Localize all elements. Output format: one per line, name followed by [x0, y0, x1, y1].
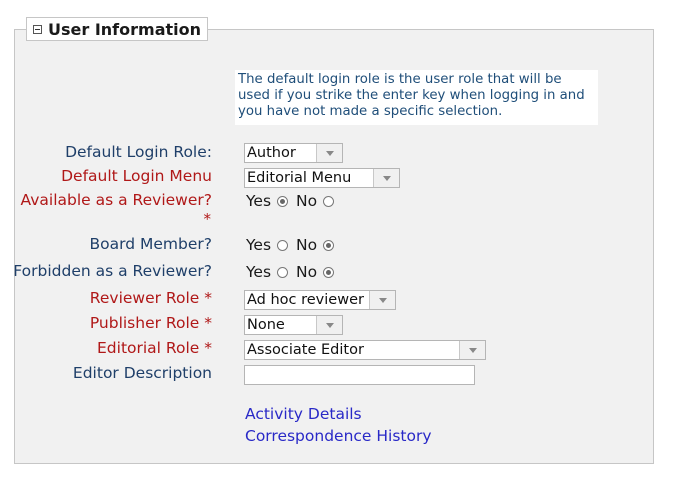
publisher-role-select[interactable]: None: [244, 315, 343, 335]
forbidden-reviewer-no-radio[interactable]: [323, 266, 335, 278]
default-login-role-select[interactable]: Author: [244, 143, 343, 163]
no-label: No: [296, 263, 318, 281]
section-legend: User Information: [26, 17, 208, 41]
yes-label: Yes: [246, 236, 272, 254]
chevron-down-icon: [373, 169, 399, 187]
reviewer-role-label: Reviewer Role *: [89, 289, 212, 307]
editorial-role-value: Associate Editor: [247, 342, 364, 358]
chevron-down-icon: [316, 144, 342, 162]
default-login-role-help: The default login role is the user role …: [235, 70, 598, 125]
no-label: No: [296, 192, 318, 210]
correspondence-history-link[interactable]: Correspondence History: [245, 427, 432, 445]
reviewer-role-value: Ad hoc reviewer: [247, 292, 364, 308]
publisher-role-value: None: [247, 317, 285, 333]
available-reviewer-yes-radio[interactable]: [277, 195, 289, 207]
chevron-down-icon: [369, 291, 395, 309]
forbidden-reviewer-label: Forbidden as a Reviewer?: [13, 262, 212, 280]
yes-label: Yes: [246, 192, 272, 210]
reviewer-role-select[interactable]: Ad hoc reviewer: [244, 290, 396, 310]
collapse-minus-icon[interactable]: [33, 24, 42, 34]
available-reviewer-no-radio[interactable]: [323, 195, 335, 207]
default-login-role-label: Default Login Role:: [65, 143, 212, 161]
default-login-menu-label: Default Login Menu: [61, 167, 212, 185]
editor-description-label: Editor Description: [72, 364, 212, 382]
board-member-label: Board Member?: [89, 235, 212, 253]
publisher-role-label: Publisher Role *: [89, 314, 212, 332]
section-title: User Information: [48, 19, 201, 39]
forbidden-reviewer-radios: Yes No: [246, 263, 342, 281]
editor-description-input[interactable]: [244, 365, 475, 385]
chevron-down-icon: [459, 341, 485, 359]
chevron-down-icon: [316, 316, 342, 334]
board-member-yes-radio[interactable]: [277, 239, 289, 251]
default-login-role-value: Author: [247, 145, 296, 161]
board-member-radios: Yes No: [246, 236, 342, 254]
board-member-no-radio[interactable]: [323, 239, 335, 251]
activity-details-link[interactable]: Activity Details: [245, 405, 362, 423]
required-marker: *: [203, 210, 212, 228]
available-reviewer-label: Available as a Reviewer?: [20, 191, 212, 209]
default-login-menu-value: Editorial Menu: [247, 170, 352, 186]
available-reviewer-radios: Yes No: [246, 192, 342, 210]
editorial-role-select[interactable]: Associate Editor: [244, 340, 486, 360]
yes-label: Yes: [246, 263, 272, 281]
default-login-menu-select[interactable]: Editorial Menu: [244, 168, 400, 188]
editorial-role-label: Editorial Role *: [97, 339, 212, 357]
forbidden-reviewer-yes-radio[interactable]: [277, 266, 289, 278]
no-label: No: [296, 236, 318, 254]
